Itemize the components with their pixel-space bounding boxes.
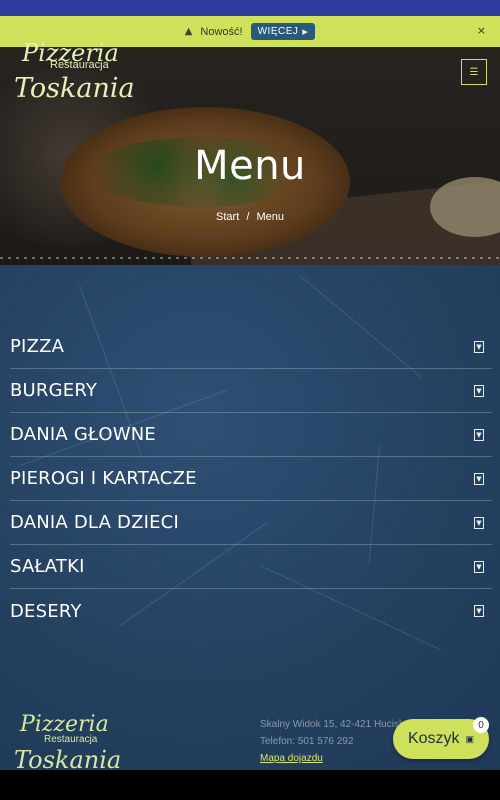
logo-line-2: Restauracja (50, 59, 109, 71)
menu-category-pierogi[interactable]: PIEROGI I KARTACZE ▼ (10, 457, 492, 501)
chevron-down-icon: ▼ (474, 428, 484, 441)
chevron-down-icon: ▼ (474, 340, 484, 353)
menu-category-dania-glowne[interactable]: DANIA GŁOWNE ▼ (10, 413, 492, 457)
page-title: Menu (194, 143, 306, 189)
breadcrumb-start[interactable]: Start (216, 211, 239, 223)
arrow-icon: ▶ (302, 28, 309, 36)
menu-category-label: PIZZA (10, 336, 65, 357)
menu-category-burgery[interactable]: BURGERY ▼ (10, 369, 492, 413)
system-nav-bar (0, 770, 500, 800)
menu-category-pizza[interactable]: PIZZA ▼ (10, 325, 492, 369)
menu-category-list: PIZZA ▼ BURGERY ▼ DANIA GŁOWNE ▼ PIEROGI… (10, 325, 492, 633)
menu-category-label: DANIA DLA DZIECI (10, 512, 179, 533)
chevron-down-icon: ▼ (474, 605, 484, 617)
breadcrumb-current: Menu (256, 211, 284, 223)
cart-icon: ▣ (465, 733, 475, 744)
more-button[interactable]: WIĘCEJ ▶ (250, 23, 316, 40)
menu-toggle-button[interactable]: ☰ (461, 59, 487, 85)
chevron-down-icon: ▼ (474, 384, 484, 397)
chevron-down-icon: ▼ (474, 516, 484, 529)
bell-icon: ▲ (184, 26, 193, 37)
footer-logo[interactable]: Pizzeria Restauracja Toskania (14, 712, 154, 774)
hamburger-icon: ☰ (469, 66, 479, 78)
site-logo[interactable]: Pizzeria Restauracja Toskania (14, 39, 154, 107)
breadcrumb-separator: / (246, 211, 250, 223)
notice-text: Nowość! (200, 25, 243, 38)
hero-dots (0, 257, 500, 259)
menu-category-label: DANIA GŁOWNE (10, 424, 156, 445)
logo-line-3: Toskania (14, 73, 135, 104)
menu-category-label: DESERY (10, 600, 82, 622)
menu-category-dania-dla-dzieci[interactable]: DANIA DLA DZIECI ▼ (10, 501, 492, 545)
chevron-down-icon: ▼ (474, 560, 484, 573)
menu-category-desery[interactable]: DESERY ▼ (10, 589, 492, 633)
menu-category-label: SAŁATKI (10, 556, 85, 577)
menu-category-salatki[interactable]: SAŁATKI ▼ (10, 545, 492, 589)
menu-category-label: PIEROGI I KARTACZE (10, 468, 197, 489)
footer-logo-line-2: Restauracja (44, 734, 98, 745)
cart-label: Koszyk (407, 730, 460, 747)
close-notice-button[interactable]: × (477, 24, 486, 37)
cart-button[interactable]: Koszyk ▣ 0 (393, 717, 489, 759)
status-bar (0, 0, 500, 16)
chevron-down-icon: ▼ (474, 472, 484, 485)
breadcrumb: Start / Menu (0, 211, 500, 223)
more-button-label: WIĘCEJ (257, 26, 299, 37)
menu-category-label: BURGERY (10, 380, 98, 401)
cart-count-badge: 0 (473, 717, 489, 733)
